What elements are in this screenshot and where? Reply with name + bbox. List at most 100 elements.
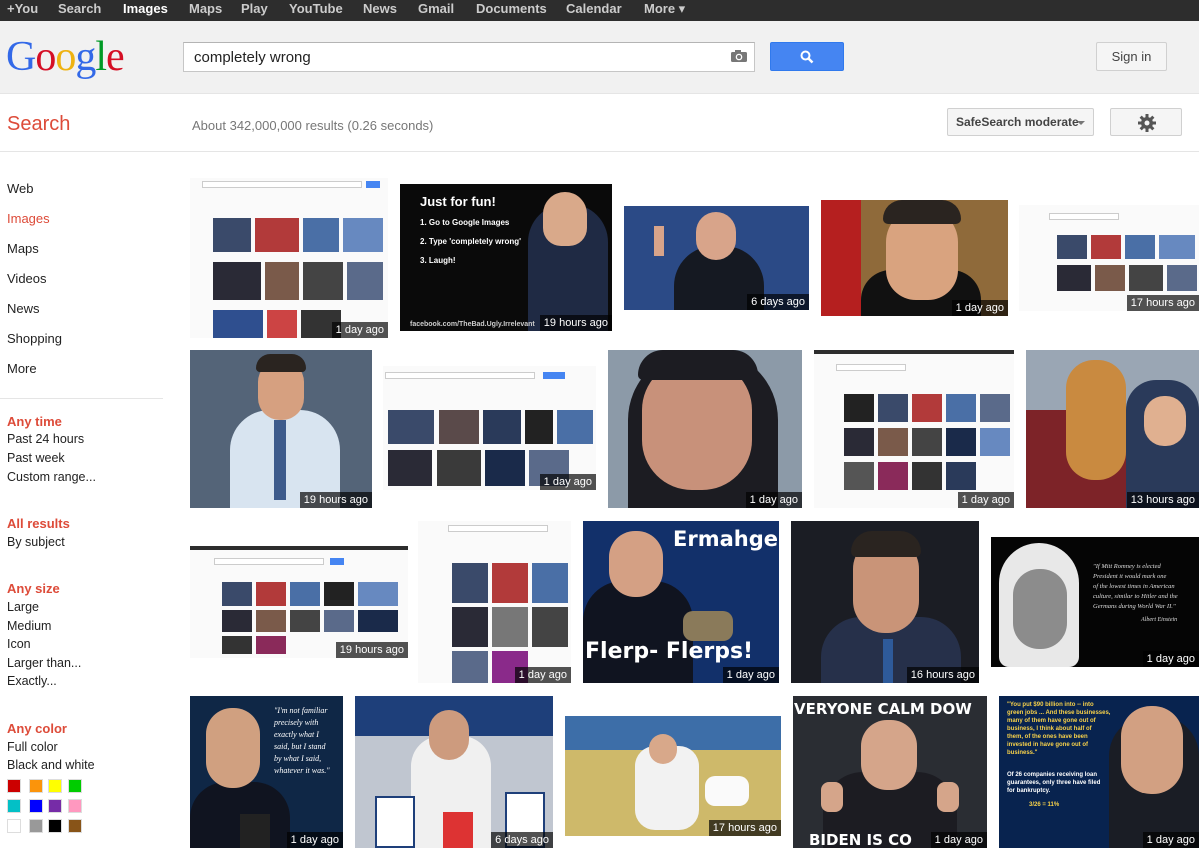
color-swatch-gray[interactable]	[29, 819, 43, 833]
meme-caption: Flerp- Flerps!	[585, 639, 754, 664]
chevron-down-icon	[1077, 121, 1085, 125]
color-swatch-green[interactable]	[68, 779, 82, 793]
filter-medium[interactable]: Medium	[7, 619, 51, 633]
meme-caption: BIDEN IS CO	[809, 831, 912, 848]
color-swatch-yellow[interactable]	[48, 779, 62, 793]
image-result[interactable]: 17 hours ago	[1019, 205, 1199, 311]
filter-past-24-hours[interactable]: Past 24 hours	[7, 432, 84, 446]
nav-shopping[interactable]: Shopping	[7, 331, 62, 346]
color-swatch-purple[interactable]	[48, 799, 62, 813]
image-result[interactable]: Ermahgerd Flerp- Flerps! 1 day ago	[583, 521, 779, 683]
image-result[interactable]: 13 hours ago	[1026, 350, 1199, 508]
color-swatch-red[interactable]	[7, 779, 21, 793]
search-button[interactable]	[770, 42, 844, 71]
logo-letter: o	[35, 34, 56, 80]
filter-larger-than[interactable]: Larger than...	[7, 656, 81, 670]
quote-text: invested in have gone out of	[1007, 742, 1089, 748]
google-logo[interactable]: Google	[6, 34, 125, 80]
image-result[interactable]: "I'm not familiar precisely with exactly…	[190, 696, 343, 848]
filter-any-size[interactable]: Any size	[7, 581, 60, 596]
meme-footer: facebook.com/TheBad.Ugly.Irrelevant	[410, 321, 535, 328]
quote-text: green jobs ... And these businesses,	[1007, 710, 1111, 716]
image-result[interactable]: 19 hours ago	[190, 350, 372, 508]
topbar-link-youtube[interactable]: YouTube	[289, 1, 343, 16]
settings-button[interactable]	[1110, 108, 1182, 136]
quote-text: exactly what I	[274, 730, 319, 739]
quote-text: for bankruptcy.	[1007, 788, 1051, 794]
image-result[interactable]: 16 hours ago	[791, 521, 979, 683]
filter-icon[interactable]: Icon	[7, 637, 31, 651]
search-input[interactable]: completely wrong	[183, 42, 755, 72]
image-result[interactable]: 17 hours ago	[565, 716, 781, 836]
camera-icon[interactable]	[730, 49, 748, 63]
image-result[interactable]: 1 day ago	[814, 350, 1014, 508]
color-swatch-white[interactable]	[7, 819, 21, 833]
topbar-link-you[interactable]: +You	[7, 1, 38, 16]
image-result[interactable]: VERYONE CALM DOW BIDEN IS CO 1 day ago	[793, 696, 987, 848]
filter-full-color[interactable]: Full color	[7, 740, 58, 754]
image-result[interactable]: "If Mitt Romney is elected President it …	[991, 537, 1199, 667]
nav-news[interactable]: News	[7, 301, 40, 316]
image-result[interactable]: 6 days ago	[624, 206, 809, 310]
image-result[interactable]: 1 day ago	[418, 521, 571, 683]
image-timestamp: 6 days ago	[747, 294, 809, 310]
filter-past-week[interactable]: Past week	[7, 451, 65, 465]
image-result[interactable]: 6 days ago	[355, 696, 553, 848]
image-result[interactable]: 19 hours ago	[190, 546, 408, 658]
quote-text: culture, similar to Hitler and the	[1093, 593, 1178, 600]
topbar-link-news[interactable]: News	[363, 1, 397, 16]
filter-any-color[interactable]: Any color	[7, 721, 67, 736]
topbar-link-calendar[interactable]: Calendar	[566, 1, 622, 16]
color-swatch-teal[interactable]	[7, 799, 21, 813]
meme-caption: Just for fun!	[420, 194, 496, 209]
topbar-link-images[interactable]: Images	[123, 1, 168, 16]
image-timestamp: 1 day ago	[957, 492, 1014, 508]
topbar-link-more[interactable]: More ▾	[644, 1, 685, 17]
quote-text: of the lowest times in American	[1093, 583, 1175, 590]
filter-exactly[interactable]: Exactly...	[7, 674, 57, 688]
image-timestamp: 1 day ago	[930, 832, 987, 848]
topbar-link-documents[interactable]: Documents	[476, 1, 547, 16]
filter-by-subject[interactable]: By subject	[7, 535, 65, 549]
topbar-link-gmail[interactable]: Gmail	[418, 1, 454, 16]
quote-text: "If Mitt Romney is elected	[1093, 563, 1161, 570]
image-timestamp: 1 day ago	[722, 667, 779, 683]
color-swatch-blue[interactable]	[29, 799, 43, 813]
image-timestamp: 1 day ago	[1142, 832, 1199, 848]
filter-large[interactable]: Large	[7, 600, 39, 614]
nav-images[interactable]: Images	[7, 211, 50, 226]
color-swatch-black[interactable]	[48, 819, 62, 833]
quote-text: guarantees, only three have filed	[1007, 780, 1101, 786]
filter-custom-range[interactable]: Custom range...	[7, 470, 96, 484]
topbar-link-search[interactable]: Search	[58, 1, 101, 16]
color-swatch-pink[interactable]	[68, 799, 82, 813]
quote-text: them, of the ones have been	[1007, 734, 1088, 740]
sign-in-button[interactable]: Sign in	[1096, 42, 1167, 71]
quote-text: many of them have gone out of	[1007, 718, 1096, 724]
topbar-link-play[interactable]: Play	[241, 1, 268, 16]
nav-maps[interactable]: Maps	[7, 241, 39, 256]
image-result[interactable]: 1 day ago	[190, 178, 388, 338]
filter-black-and-white[interactable]: Black and white	[7, 758, 95, 772]
color-swatch-orange[interactable]	[29, 779, 43, 793]
image-result[interactable]: "You put $90 billion into -- into green …	[999, 696, 1199, 848]
image-timestamp: 1 day ago	[514, 667, 571, 683]
safesearch-label: SafeSearch moderate	[956, 115, 1079, 129]
color-swatch-brown[interactable]	[68, 819, 82, 833]
results-header: Search About 342,000,000 results (0.26 s…	[0, 95, 1199, 152]
image-timestamp: 1 day ago	[286, 832, 343, 848]
quote-text: precisely with	[274, 718, 319, 727]
filter-all-results[interactable]: All results	[7, 516, 70, 531]
topbar-link-maps[interactable]: Maps	[189, 1, 222, 16]
image-result[interactable]: 1 day ago	[821, 200, 1008, 316]
image-result[interactable]: Just for fun! 1. Go to Google Images 2. …	[400, 184, 612, 331]
nav-videos[interactable]: Videos	[7, 271, 47, 286]
filter-any-time[interactable]: Any time	[7, 414, 62, 429]
meme-caption: VERYONE CALM DOW	[794, 700, 972, 718]
image-result[interactable]: 1 day ago	[608, 350, 802, 508]
image-result[interactable]: 1 day ago	[383, 366, 596, 490]
safesearch-dropdown[interactable]: SafeSearch moderate	[947, 108, 1094, 136]
quote-text: said, but I stand	[274, 742, 326, 751]
nav-more[interactable]: More	[7, 361, 37, 376]
nav-web[interactable]: Web	[7, 181, 34, 196]
